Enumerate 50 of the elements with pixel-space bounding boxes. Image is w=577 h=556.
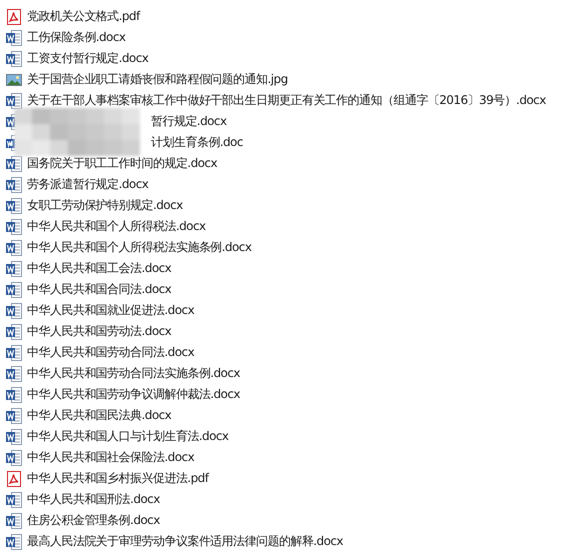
file-name[interactable]: 中华人民共和国合同法.docx [27,281,172,298]
file-name[interactable]: 住房公积金管理条例.docx [27,512,160,529]
pdf-file-icon [6,8,22,24]
file-name[interactable]: 中华人民共和国个人所得税法.docx [27,218,206,235]
file-name[interactable]: 关于在干部人事档案审核工作中做好干部出生日期更正有关工作的通知（组通字〔2016〕39号）.docx [27,92,546,109]
word-document-icon [6,92,22,108]
file-name[interactable]: 工资支付暂行规定.docx [27,50,148,67]
file-name[interactable]: 国务院关于职工工作时间的规定.docx [27,155,218,172]
word-document-icon [6,492,22,508]
image-file-icon [6,72,22,88]
word-document-icon [6,282,22,298]
file-name[interactable]: 中华人民共和国人口与计划生育法.docx [27,428,228,445]
file-name[interactable]: 中华人民共和国个人所得税法实施条例.docx [27,239,252,256]
file-name[interactable]: 中华人民共和国就业促进法.docx [27,302,194,319]
word-document-icon [6,386,22,402]
file-name[interactable]: 中华人民共和国劳动争议调解仲裁法.docx [27,386,240,403]
word-document-icon [6,534,22,550]
word-document-icon [6,30,22,46]
word-document-icon [6,198,22,214]
file-name[interactable]: 女职工劳动保护特别规定.docx [27,197,183,214]
file-name[interactable]: 党政机关公文格式.pdf [27,8,140,25]
word-document-icon [6,218,22,234]
file-name[interactable]: 中华人民共和国民法典.docx [27,407,172,424]
file-name[interactable]: 关于国营企业职工请婚丧假和路程假问题的通知.jpg [27,71,288,88]
word-document-icon [6,512,22,528]
word-document-icon [6,302,22,318]
word-document-icon [6,260,22,276]
word-document-icon [6,240,22,256]
file-name[interactable]: 中华人民共和国劳动法.docx [27,323,172,340]
file-name[interactable]: 计划生育条例.doc [151,134,243,151]
word-document-icon [6,176,22,192]
word-document-icon [6,408,22,424]
file-name[interactable]: 暂行规定.docx [151,113,227,130]
word-document-icon [6,324,22,340]
file-name[interactable]: 劳务派遣暂行规定.docx [27,176,148,193]
file-name[interactable]: 中华人民共和国劳动合同法.docx [27,344,194,361]
file-name[interactable]: 中华人民共和国社会保险法.docx [27,449,194,466]
word-document-icon [6,450,22,466]
word-document-icon [6,50,22,66]
word-document-icon [6,366,22,382]
file-name[interactable]: 中华人民共和国劳动合同法实施条例.docx [27,365,240,382]
word-document-icon [6,156,22,172]
pdf-file-icon [6,470,22,486]
file-name[interactable]: 最高人民法院关于审理劳动争议案件适用法律问题的解释.docx [27,533,343,550]
file-name[interactable]: 工伤保险条例.docx [27,29,126,46]
file-name[interactable]: 中华人民共和国刑法.docx [27,491,160,508]
file-name[interactable]: 中华人民共和国工会法.docx [27,260,172,277]
word-document-icon [6,428,22,444]
word-document-icon [6,344,22,360]
file-name[interactable]: 中华人民共和国乡村振兴促进法.pdf [27,470,208,487]
